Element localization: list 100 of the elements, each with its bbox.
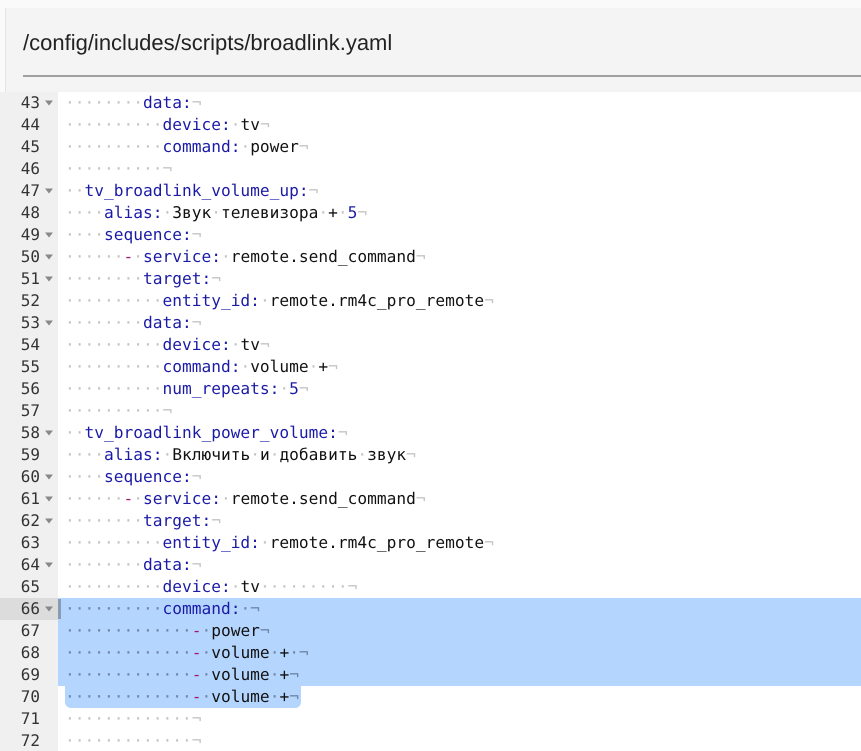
whitespace-dots: ¬ <box>192 92 202 114</box>
code-key: sequence: <box>104 466 192 488</box>
whitespace-dots: · <box>230 334 240 356</box>
code-key: data: <box>142 554 192 576</box>
line-number: 71 <box>20 708 40 730</box>
whitespace-dots: ··········¬ <box>65 158 172 180</box>
whitespace-dots: · <box>201 664 212 686</box>
whitespace-dots: ·············¬ <box>65 708 202 730</box>
code-key: service: <box>142 246 221 268</box>
code-key: tv_broadlink_volume_up: <box>84 180 309 202</box>
code-key: command: <box>162 598 240 620</box>
line-number: 55 <box>20 356 40 378</box>
fold-arrow-icon[interactable] <box>44 187 54 195</box>
whitespace-dots: · <box>211 202 221 224</box>
fold-arrow-icon[interactable] <box>44 231 54 239</box>
whitespace-dots: · <box>308 356 318 378</box>
code-editor[interactable] <box>0 92 861 751</box>
code-key: service: <box>142 488 221 510</box>
whitespace-dots: ¬ <box>192 554 202 576</box>
code-value: power <box>211 620 260 642</box>
code-value: remote.send_command <box>230 246 416 268</box>
fold-arrow-icon[interactable] <box>44 429 54 437</box>
whitespace-dots: ········ <box>65 510 143 532</box>
whitespace-dots: ·········· <box>65 378 162 400</box>
whitespace-dots: ·········· <box>65 356 162 378</box>
line-number: 53 <box>20 312 40 334</box>
whitespace-dots: ········ <box>65 92 143 114</box>
fold-arrow-icon[interactable] <box>44 99 54 107</box>
fold-arrow-icon[interactable] <box>44 561 54 569</box>
whitespace-dots: ¬ <box>338 422 348 444</box>
whitespace-dots: · <box>270 642 280 664</box>
code-value: volume <box>211 642 270 664</box>
code-key: command: <box>162 356 240 378</box>
whitespace-dots: · <box>260 290 270 312</box>
line-number: 59 <box>20 444 40 466</box>
code-value: Звук <box>172 202 212 224</box>
whitespace-dots: ·········· <box>65 114 162 136</box>
whitespace-dots: ¬ <box>192 466 202 488</box>
whitespace-dots: ·········· <box>65 136 162 158</box>
code-value: volume <box>211 686 270 708</box>
whitespace-dots: ···· <box>65 466 104 488</box>
line-number: 60 <box>20 466 40 488</box>
whitespace-dots: ·········· <box>65 290 162 312</box>
list-dash: - <box>123 488 134 510</box>
fold-arrow-icon[interactable] <box>44 275 54 283</box>
line-number: 49 <box>20 224 40 246</box>
code-value: + <box>279 664 290 686</box>
whitespace-dots: · <box>230 114 240 136</box>
line-number: 67 <box>20 620 40 642</box>
whitespace-dots: · <box>279 378 290 400</box>
list-dash: - <box>192 664 202 686</box>
whitespace-dots: ·¬ <box>240 598 260 620</box>
fold-arrow-icon[interactable] <box>44 473 54 481</box>
line-number: 57 <box>20 400 40 422</box>
whitespace-dots: ¬ <box>192 224 202 246</box>
whitespace-dots: ········ <box>65 312 143 334</box>
fold-arrow-icon[interactable] <box>44 253 54 261</box>
code-value: Включить <box>172 444 250 466</box>
line-number: 65 <box>20 576 40 598</box>
code-value: tv <box>240 114 260 136</box>
whitespace-dots: ¬ <box>406 444 416 466</box>
code-key: device: <box>162 114 231 136</box>
whitespace-dots: ············· <box>65 664 192 686</box>
whitespace-dots: ¬ <box>357 202 368 224</box>
line-number: 54 <box>20 334 40 356</box>
whitespace-dots: ¬ <box>260 620 270 642</box>
code-value: remote.rm4c_pro_remote <box>270 290 484 312</box>
code-key: num_repeats: <box>162 378 280 400</box>
whitespace-dots: ·············¬ <box>65 730 202 751</box>
code-value: volume <box>250 356 309 378</box>
whitespace-dots: ······ <box>65 488 124 510</box>
line-number: 48 <box>20 202 40 224</box>
line-number: 51 <box>20 268 40 290</box>
fold-arrow-icon[interactable] <box>44 495 54 503</box>
whitespace-dots: ¬ <box>211 510 221 532</box>
line-number: 52 <box>20 290 40 312</box>
whitespace-dots: ¬ <box>298 378 309 400</box>
fold-arrow-icon[interactable] <box>44 517 54 525</box>
code-value: + <box>318 356 328 378</box>
code-value: звук <box>367 444 406 466</box>
whitespace-dots: ········ <box>65 554 143 576</box>
whitespace-dots: ¬ <box>484 290 494 312</box>
whitespace-dots: ··········¬ <box>65 400 172 422</box>
line-number: 44 <box>20 114 40 136</box>
fold-arrow-icon[interactable] <box>44 319 54 327</box>
line-number: 64 <box>20 554 40 576</box>
whitespace-dots: · <box>230 576 240 598</box>
code-key: target: <box>142 268 212 290</box>
whitespace-dots: · <box>270 664 280 686</box>
whitespace-dots: ·········· <box>65 598 162 620</box>
code-value: remote.send_command <box>230 488 416 510</box>
code-key: device: <box>162 334 231 356</box>
fold-arrow-icon[interactable] <box>44 605 54 613</box>
line-number: 68 <box>20 642 40 664</box>
line-number: 45 <box>20 136 40 158</box>
line-number: 69 <box>20 664 40 686</box>
code-value: и <box>260 444 270 466</box>
whitespace-dots: ·········¬ <box>260 576 358 598</box>
code-value: tv <box>240 334 260 356</box>
whitespace-dots: · <box>220 246 231 268</box>
